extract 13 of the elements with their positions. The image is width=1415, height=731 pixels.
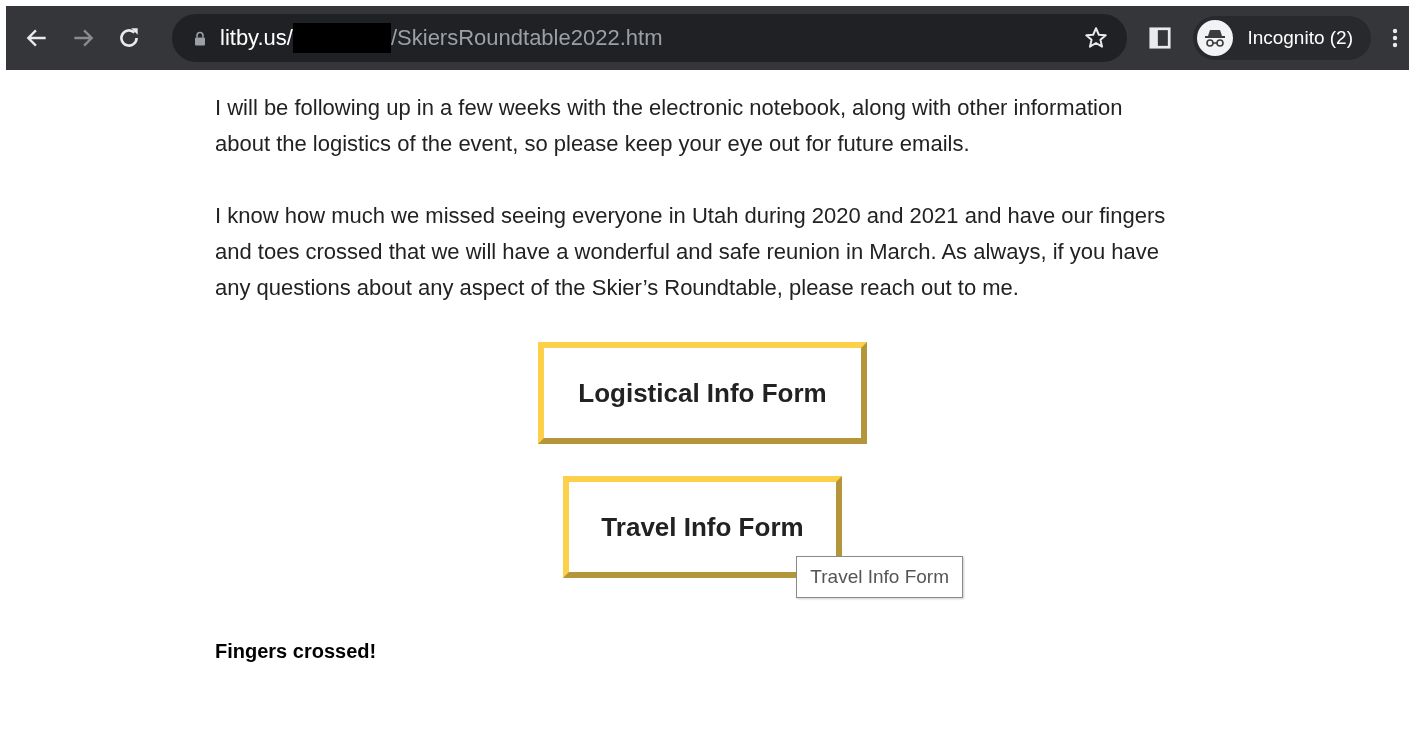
- address-bar[interactable]: litby.us/ /SkiersRoundtable2022.htm: [172, 14, 1128, 62]
- form-button[interactable]: Logistical Info Form: [538, 342, 867, 444]
- paragraph: I will be following up in a few weeks with the electronic notebook, along with other information about the logistics of the event, so please keep your eye out for future emails.: [215, 94, 1124, 158]
- url-path: /SkiersRoundtable2022.htm: [390, 25, 663, 51]
- url-host: litby.us/: [220, 25, 293, 51]
- profile-chip[interactable]: Incognito (2): [1193, 16, 1371, 60]
- tooltip: Travel Info Form: [796, 556, 964, 598]
- incognito-icon: [1197, 20, 1234, 56]
- closing-text: Fingers crossed!: [215, 640, 378, 663]
- paragraph: I know how much we missed seeing everyone in Utah during 2020 and 2021 and have our fingers and toes crossed that we will have a wonderful and safe reunion in March. As always, if you have any questions about any aspect of the Skier’s Roundtable, please reach out to me.: [215, 202, 1167, 302]
- side-panel-icon[interactable]: [1147, 25, 1174, 51]
- lock-icon: [194, 30, 206, 46]
- star-icon[interactable]: [1083, 25, 1110, 51]
